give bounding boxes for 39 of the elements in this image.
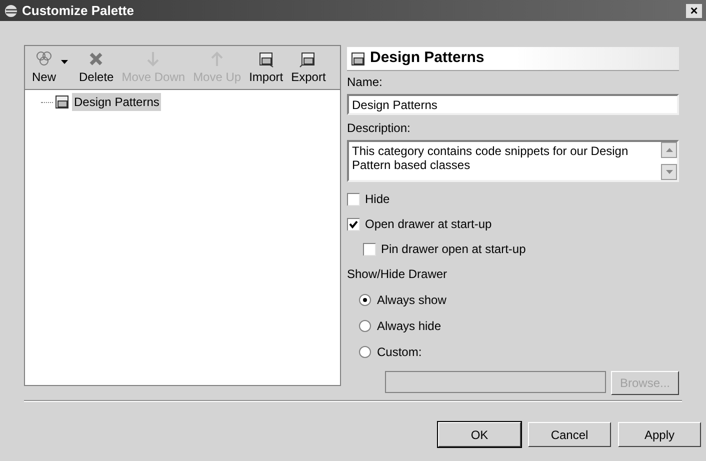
radio-button[interactable]	[359, 294, 371, 306]
radio-label: Custom:	[377, 344, 422, 361]
toolbar-button[interactable]: Delete	[76, 50, 117, 86]
app-icon	[4, 4, 18, 18]
checkbox-label: Hide	[365, 191, 390, 208]
checkbox[interactable]	[347, 192, 360, 206]
folder-icon	[351, 52, 365, 66]
tree-item[interactable]: Design Patterns	[72, 93, 162, 111]
toolbar-button[interactable]: New	[29, 50, 60, 86]
toolbar-button[interactable]: Import	[246, 50, 286, 86]
details-title: Design Patterns	[370, 48, 484, 68]
scroll-down-icon[interactable]	[661, 164, 677, 180]
checkbox[interactable]	[347, 218, 360, 230]
dropdown-button[interactable]	[61, 60, 68, 64]
folder-icon	[55, 95, 69, 109]
scrollbar[interactable]	[661, 142, 677, 180]
name-field[interactable]: Design Patterns	[347, 94, 679, 115]
caret-icon	[61, 60, 68, 64]
description-label: Description:	[347, 120, 412, 137]
radio-label: Always show	[377, 292, 446, 309]
group-label: Show/Hide Drawer	[347, 266, 448, 283]
radio-label: Always hide	[377, 318, 442, 335]
scroll-up-icon[interactable]	[661, 142, 677, 158]
dialog-button[interactable]: Apply	[618, 422, 701, 447]
export-icon	[299, 50, 318, 68]
checkbox-label: Pin drawer open at start-up	[381, 241, 526, 258]
radio-button[interactable]	[359, 346, 371, 358]
close-button[interactable]: ×	[686, 4, 702, 18]
window-title: Customize Palette	[22, 2, 134, 20]
dialog-button[interactable]: OK	[438, 422, 521, 447]
name-label: Name:	[347, 74, 384, 91]
radio-button[interactable]	[359, 320, 371, 332]
description-text: This category contains code snippets for our Design Pattern based classes	[351, 143, 630, 174]
import-icon	[257, 50, 276, 68]
description-field[interactable]: This category contains code snippets for our Design Pattern based classes	[347, 140, 679, 182]
checkbox[interactable]	[363, 242, 376, 256]
toolbar-button[interactable]: Export	[288, 50, 329, 86]
checkbox-label: Open drawer at start-up	[365, 216, 492, 233]
dialog-button[interactable]: Cancel	[528, 422, 611, 447]
